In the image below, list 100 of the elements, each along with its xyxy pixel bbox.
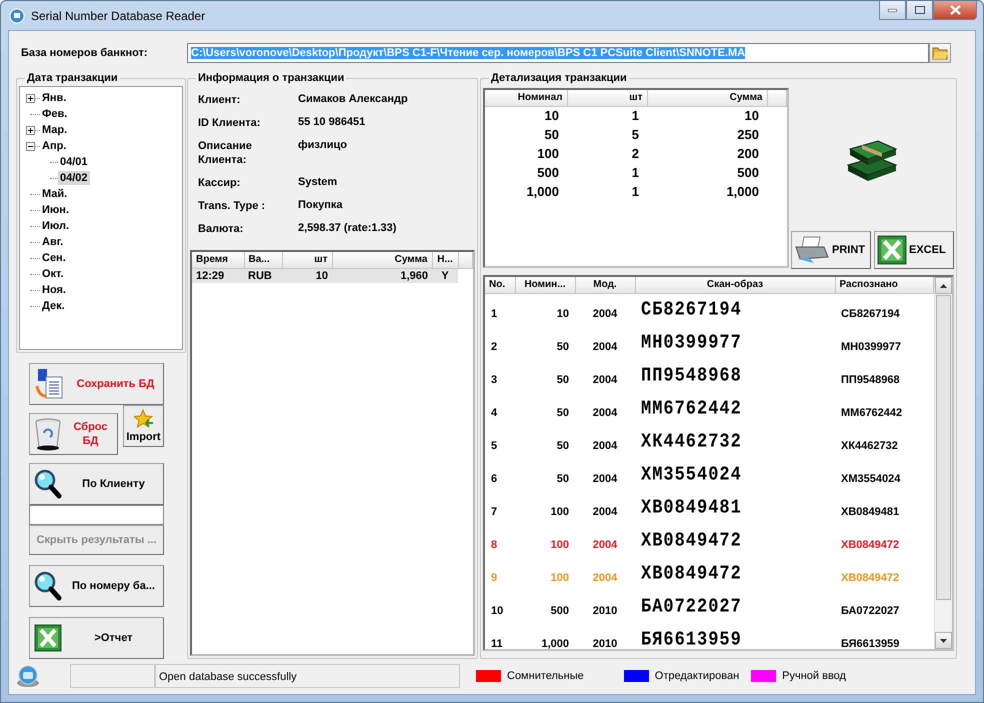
- column-header[interactable]: Распознано: [835, 277, 934, 293]
- table-cell-text: 2: [630, 145, 640, 163]
- table-cell-text: 50: [556, 406, 570, 420]
- table-cell: 1: [567, 106, 647, 125]
- field-value: System: [298, 175, 338, 190]
- table-cell-text: 6: [490, 472, 498, 486]
- table-cell[interactable]: Y: [432, 268, 458, 282]
- column-header[interactable]: Скан-образ: [635, 277, 835, 293]
- table-cell-text: 11: [490, 636, 504, 652]
- month-item[interactable]: Ноя.: [40, 283, 68, 297]
- table-cell-text: 100: [550, 538, 570, 552]
- month-item[interactable]: Авг.: [40, 235, 66, 249]
- month-item[interactable]: Апр.: [40, 139, 68, 153]
- scrollbar[interactable]: [934, 277, 952, 649]
- table-cell-text: 2004: [592, 570, 618, 586]
- table-cell-text: 1: [630, 183, 640, 201]
- column-header[interactable]: Номинал: [485, 90, 567, 106]
- collapse-icon[interactable]: [26, 142, 35, 150]
- expand-icon[interactable]: [26, 94, 35, 102]
- column-header[interactable]: Ва...: [244, 252, 282, 268]
- month-item[interactable]: Май.: [40, 187, 70, 201]
- column-header[interactable]: шт: [567, 90, 647, 106]
- table-cell: 1: [485, 293, 515, 326]
- table-cell[interactable]: 10: [282, 268, 332, 282]
- scan-image-text: ХВ0849472: [641, 564, 742, 586]
- field-label: ID Клиента:: [198, 116, 262, 131]
- scan-image-text: МН0399977: [641, 332, 742, 354]
- star-arrow-icon: [134, 409, 154, 429]
- table-cell: СБ8267194: [835, 293, 934, 326]
- browse-button[interactable]: [929, 43, 951, 63]
- expand-icon[interactable]: [26, 126, 35, 134]
- import-button[interactable]: Import: [123, 405, 164, 447]
- column-header[interactable]: No.: [485, 277, 515, 293]
- column-header[interactable]: Время: [192, 252, 244, 268]
- month-item[interactable]: Дек.: [40, 299, 67, 313]
- table-cell-text: 1: [630, 164, 640, 182]
- printer-icon: [794, 235, 830, 265]
- table-cell-text: 500: [536, 164, 560, 182]
- group-title: Информация о транзакции: [197, 72, 346, 84]
- date-item[interactable]: 04/02: [58, 171, 90, 185]
- folder-icon: [932, 46, 948, 60]
- table-cell[interactable]: 1,960: [332, 268, 432, 282]
- table-cell-text: 2004: [592, 372, 618, 388]
- maximize-button[interactable]: [906, 1, 933, 20]
- reset-button[interactable]: Сброс БД: [29, 413, 118, 455]
- close-button[interactable]: [933, 1, 977, 20]
- month-item[interactable]: Фев.: [40, 107, 70, 121]
- table-cell[interactable]: RUB: [244, 268, 282, 282]
- search-icon: [34, 571, 62, 601]
- scan-image-text: ХВ0849472: [641, 530, 742, 552]
- date-item[interactable]: 04/01: [58, 155, 90, 169]
- table-cell[interactable]: 12:29: [192, 268, 244, 282]
- excel-button[interactable]: >Отчет: [29, 617, 164, 659]
- app-icon: [9, 8, 25, 24]
- scan-image-text: БА0722027: [641, 596, 742, 618]
- group-title: Детализация транзакции: [490, 72, 628, 84]
- minimize-button[interactable]: [879, 1, 906, 20]
- save-button[interactable]: Сохранить БД: [29, 363, 164, 405]
- column-header[interactable]: Сумма: [332, 252, 432, 268]
- print-button[interactable]: PRINT: [791, 231, 871, 269]
- close-icon: [950, 5, 960, 15]
- table-cell-text: 50: [556, 340, 570, 354]
- month-item[interactable]: Янв.: [40, 91, 68, 105]
- column-header[interactable]: Н...: [432, 252, 458, 268]
- search-button[interactable]: По номеру ба...: [29, 565, 164, 607]
- month-item[interactable]: Мар.: [40, 123, 70, 137]
- column-header[interactable]: Номин...: [515, 277, 575, 293]
- field-label: Валюта:: [198, 222, 244, 237]
- month-item[interactable]: Окт.: [40, 267, 66, 281]
- column-header[interactable]: шт: [282, 252, 332, 268]
- field-value: Симаков Александр: [298, 92, 409, 107]
- table-cell-text: 8: [490, 538, 498, 552]
- table-cell-text: 2004: [592, 438, 618, 454]
- table-cell-text: 2010: [592, 636, 618, 652]
- window-title: Serial Number Database Reader: [31, 8, 206, 22]
- field-label: Кассир:: [198, 176, 242, 191]
- search-button[interactable]: По Клиенту: [29, 463, 164, 505]
- table-cell-text: 9: [490, 570, 498, 586]
- table-cell-text: 50: [556, 438, 570, 454]
- table-cell-text: 2004: [592, 406, 618, 420]
- table-cell: 10: [515, 293, 575, 326]
- column-header[interactable]: Мод.: [575, 277, 635, 293]
- search-field[interactable]: [29, 505, 164, 525]
- table-cell-text: 2004: [592, 538, 618, 552]
- group-title: Дата транзакции: [26, 72, 119, 84]
- excel-button[interactable]: EXCEL: [874, 231, 954, 269]
- month-item[interactable]: Сен.: [40, 251, 68, 265]
- table-cell-text: 100: [536, 145, 560, 163]
- month-item[interactable]: Июн.: [40, 203, 72, 217]
- scan-image-text: ММ6762442: [641, 398, 742, 420]
- table-cell-text: 1,000: [725, 183, 760, 201]
- table-cell-text: 4: [490, 406, 498, 420]
- minimize-icon: [888, 8, 897, 12]
- scan-image-text: СБ8267194: [641, 300, 742, 322]
- column-header[interactable]: Сумма: [647, 90, 767, 106]
- table-cell-text: 2004: [592, 340, 618, 354]
- table-cell: 10: [647, 106, 767, 125]
- spreadsheet-icon: [34, 624, 62, 652]
- table-cell-text: 10: [490, 604, 504, 618]
- month-item[interactable]: Июл.: [40, 219, 72, 233]
